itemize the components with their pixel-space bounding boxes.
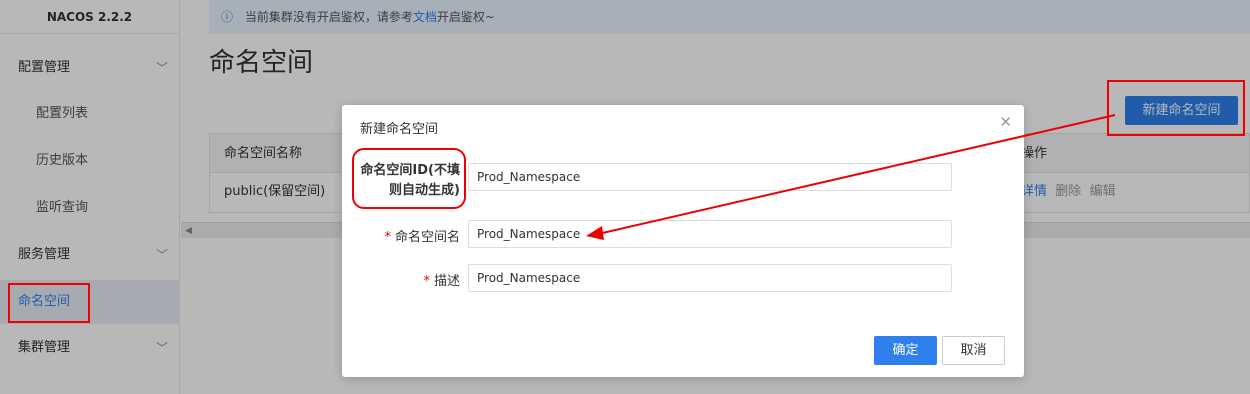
required-marker: * (384, 230, 391, 245)
namespace-name-label-text: 命名空间名 (394, 230, 460, 245)
cancel-button[interactable]: 取消 (942, 336, 1005, 365)
dialog-title: 新建命名空间 (360, 122, 439, 137)
required-marker: * (423, 274, 430, 289)
annotation-highlight-nav (8, 283, 90, 323)
description-label-text: 描述 (433, 274, 460, 289)
namespace-name-label: * 命名空间名 (354, 226, 460, 245)
close-icon[interactable]: ✕ (999, 113, 1012, 131)
namespace-name-input[interactable] (468, 220, 952, 248)
annotation-highlight-new-button (1107, 80, 1245, 136)
new-namespace-dialog: 新建命名空间 ✕ 命名空间ID(不填 则自动生成) *命名空间名 *描述 确定 … (342, 105, 1024, 377)
confirm-button[interactable]: 确定 (874, 336, 937, 365)
description-input[interactable] (468, 264, 952, 292)
annotation-highlight-id-label (352, 148, 466, 209)
description-label: * 描述 (354, 270, 460, 289)
namespace-id-input[interactable] (468, 163, 952, 191)
